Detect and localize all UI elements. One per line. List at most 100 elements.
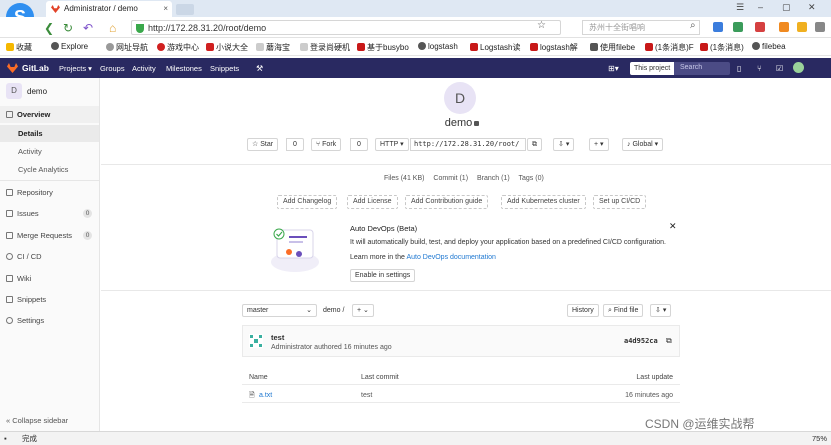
bookmark-item[interactable]: 网址导航 [106, 42, 148, 53]
fork-count[interactable]: 0 [350, 138, 368, 151]
nav-snippets[interactable]: Snippets [210, 64, 239, 73]
sidebar-item-repository[interactable]: Repository [0, 184, 99, 201]
merge-request-icon[interactable]: ⑂ [757, 64, 762, 73]
bookmark-item[interactable]: Logstash读 [470, 42, 520, 53]
maximize-icon[interactable]: ▢ [782, 2, 791, 13]
bookmark-item[interactable]: 使用filebe [590, 42, 635, 53]
copy-url-button[interactable]: ⧉ [527, 138, 542, 151]
more-menu-icon[interactable] [815, 22, 825, 32]
tags-stat[interactable]: Tags (0) [519, 175, 544, 182]
bookmark-item[interactable]: 游戏中心 [157, 42, 199, 53]
protocol-dropdown[interactable]: HTTP ▾ [375, 138, 409, 151]
collapse-sidebar-button[interactable]: « Collapse sidebar [6, 416, 68, 425]
sidebar-item-merge-requests[interactable]: Merge Requests 0 [0, 227, 99, 244]
bookmark-item[interactable]: (1条消息) [700, 42, 744, 53]
nav-activity[interactable]: Activity [132, 64, 156, 73]
history-button[interactable]: History [567, 304, 599, 317]
bookmark-item[interactable]: logstash解 [530, 42, 578, 53]
sidebar-item-ci-cd[interactable]: CI / CD [0, 248, 99, 265]
grid-icon[interactable] [733, 22, 743, 32]
gitlab-search-input[interactable]: This project Search [630, 62, 730, 75]
table-row[interactable]: 🗎 a.txt test 16 minutes ago [242, 388, 680, 403]
bookmark-item[interactable]: 小说大全 [206, 42, 248, 53]
sidebar-item-snippets[interactable]: Snippets [0, 291, 99, 308]
bookmark-item[interactable]: 登录尚硬机 [300, 42, 350, 53]
files-stat[interactable]: Files (41 KB) [384, 175, 424, 182]
add-kubernetes-cluster-button[interactable]: Add Kubernetes cluster [501, 195, 586, 209]
key-icon[interactable] [797, 22, 807, 32]
star-bookmark-icon[interactable]: ☆ [537, 20, 546, 31]
file-commit[interactable]: test [361, 388, 372, 403]
notification-dropdown[interactable]: ♪ Global ▾ [622, 138, 664, 151]
gitlab-brand[interactable]: GitLab [22, 63, 49, 73]
breadcrumb-path[interactable]: demo / [323, 307, 344, 314]
sidebar-item-details[interactable]: Details [0, 125, 99, 142]
search-icon[interactable]: ⌕ [690, 20, 696, 31]
game-icon[interactable] [779, 22, 789, 32]
menu-icon[interactable]: ☰ [736, 2, 744, 13]
fork-button[interactable]: ⑂ Fork [311, 138, 342, 151]
close-window-icon[interactable]: ✕ [808, 2, 816, 13]
nav-groups[interactable]: Groups [100, 64, 125, 73]
browser-tab[interactable]: Administrator / demo × [46, 1, 172, 17]
new-tab-button[interactable] [176, 4, 194, 15]
bookmark-item[interactable]: 基于busybo [357, 42, 409, 53]
download-dropdown[interactable]: ⇩ ▾ [650, 304, 672, 317]
sidebar-item-settings[interactable]: Settings [0, 312, 99, 329]
bookmark-item[interactable]: (1条消息)F [645, 42, 694, 53]
close-tab-icon[interactable]: × [163, 1, 168, 17]
nav-milestones[interactable]: Milestones [166, 64, 202, 73]
file-name[interactable]: a.txt [259, 388, 272, 403]
branches-stat[interactable]: Branch (1) [477, 175, 510, 182]
issues-icon[interactable]: ▯ [737, 64, 741, 73]
user-avatar[interactable] [793, 62, 804, 73]
url-text: http://172.28.31.20/root/demo [148, 23, 267, 33]
sidebar-project[interactable]: Ddemo [6, 83, 47, 99]
add-license-button[interactable]: Add License [347, 195, 398, 209]
plus-icon[interactable]: ⊞▾ [608, 64, 619, 73]
sidebar-item-overview[interactable]: Overview [0, 106, 99, 123]
enable-in-settings-button[interactable]: Enable in settings [350, 269, 416, 282]
find-file-button[interactable]: ⌕ Find file [603, 304, 644, 317]
zoom-level[interactable]: 75% [812, 432, 827, 445]
bookmark-item[interactable]: 蘑海宝 [256, 42, 290, 53]
bookmark-item[interactable]: Explore [51, 42, 88, 51]
gitlab-logo-icon[interactable] [7, 63, 18, 73]
sidebar-item-cycle-analytics[interactable]: Cycle Analytics [0, 161, 99, 178]
setup-ci-cd-button[interactable]: Set up CI/CD [593, 195, 647, 209]
cut-icon[interactable] [755, 22, 765, 32]
add-changelog-button[interactable]: Add Changelog [277, 195, 338, 209]
bookmark-item[interactable]: filebea [752, 42, 786, 51]
copy-sha-icon[interactable]: ⧉ [666, 336, 672, 346]
clone-url-input[interactable]: http://172.28.31.20/root/ [410, 138, 526, 151]
copy-icon: ⧉ [532, 141, 537, 148]
undo-icon[interactable]: ↶ [83, 21, 93, 35]
bookmark-item[interactable]: logstash [418, 42, 458, 51]
bookmark-item[interactable]: 收藏 [6, 42, 32, 53]
star-button[interactable]: ☆ Star [247, 138, 279, 151]
devops-docs-link[interactable]: Auto DevOps documentation [406, 254, 496, 261]
sidebar-item-issues[interactable]: Issues 0 [0, 205, 99, 222]
url-input[interactable]: http://172.28.31.20/root/demo [131, 20, 561, 35]
add-file-dropdown[interactable]: + ⌄ [352, 304, 374, 317]
extension-icon[interactable] [713, 22, 723, 32]
close-icon[interactable]: ✕ [669, 221, 677, 232]
star-count[interactable]: 0 [286, 138, 304, 151]
nav-projects[interactable]: Projects ▾ [59, 64, 92, 73]
refresh-icon[interactable]: ↻ [63, 21, 73, 35]
branch-select[interactable]: master ⌄ [242, 304, 317, 317]
commits-stat[interactable]: Commit (1) [433, 175, 468, 182]
download-dropdown[interactable]: ⇩ ▾ [553, 138, 575, 151]
sidebar-item-wiki[interactable]: Wiki [0, 270, 99, 287]
minimize-icon[interactable]: – [758, 2, 763, 12]
commit-title[interactable]: test [271, 333, 284, 342]
back-icon[interactable]: ❮ [44, 21, 54, 35]
browser-search-input[interactable]: 苏州十全街唱响 [582, 20, 700, 35]
sidebar-item-activity[interactable]: Activity [0, 143, 99, 160]
commit-sha[interactable]: a4d952ca [624, 337, 658, 345]
home-icon[interactable]: ⌂ [109, 21, 116, 35]
add-dropdown[interactable]: + ▾ [589, 138, 609, 151]
todos-icon[interactable]: ☑ [776, 64, 783, 73]
add-contribution-guide-button[interactable]: Add Contribution guide [405, 195, 489, 209]
wrench-icon[interactable]: ⚒ [256, 64, 263, 73]
